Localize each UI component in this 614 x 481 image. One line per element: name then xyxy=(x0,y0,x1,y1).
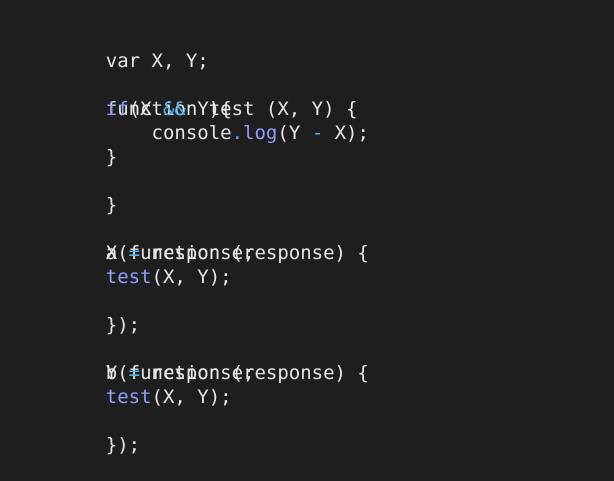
code-line-console-log: console.log(Y - X); xyxy=(60,121,369,145)
code-text: (Y xyxy=(277,122,312,144)
code-text: }); xyxy=(105,314,141,336)
code-line-close-b: }); xyxy=(60,409,140,456)
code-line-test-call-b: test(X, Y); xyxy=(60,385,232,409)
code-text: Y){ xyxy=(185,98,232,120)
function-call-test: test xyxy=(105,266,152,288)
operator-dot: . xyxy=(231,122,244,144)
code-text: console xyxy=(151,122,232,144)
code-text: response; xyxy=(140,242,255,264)
code-text: }); xyxy=(105,434,141,456)
code-line-if-statement: if(X && Y){ xyxy=(60,97,232,121)
code-line-call-a: a(function (response) { xyxy=(60,217,369,264)
code-text: (X, Y); xyxy=(151,266,232,288)
keyword-if: if xyxy=(105,98,129,120)
operator-assign: = xyxy=(128,242,141,264)
code-line-test-call-a: test(X, Y); xyxy=(60,265,232,289)
code-text: response; xyxy=(140,362,255,384)
code-text: var X, Y; xyxy=(105,50,209,72)
code-text: X); xyxy=(323,122,369,144)
code-line-close-function: } xyxy=(60,169,117,216)
operator-assign: = xyxy=(128,362,141,384)
code-text: Y xyxy=(105,362,129,384)
function-call-test: test xyxy=(105,386,152,408)
code-text: } xyxy=(105,194,118,216)
code-line-close-if: } xyxy=(60,145,117,169)
code-line-var-declaration: var X, Y; xyxy=(60,25,209,72)
operator-and: && xyxy=(162,98,186,120)
method-log: log xyxy=(243,122,278,144)
code-editor: var X, Y; function test (X, Y) { if(X &&… xyxy=(0,0,614,461)
code-line-call-b: b(function (response) { xyxy=(60,337,369,384)
code-text: (X xyxy=(128,98,163,120)
code-line-assign-x: X = response; xyxy=(60,241,255,265)
code-text: X xyxy=(105,242,129,264)
code-line-close-a: }); xyxy=(60,289,140,336)
code-line-function-test: function test (X, Y) { xyxy=(60,73,358,120)
code-line-assign-y: Y = response; xyxy=(60,361,255,385)
code-text: } xyxy=(105,146,118,168)
operator-minus: - xyxy=(311,122,324,144)
code-text: (X, Y); xyxy=(151,386,232,408)
